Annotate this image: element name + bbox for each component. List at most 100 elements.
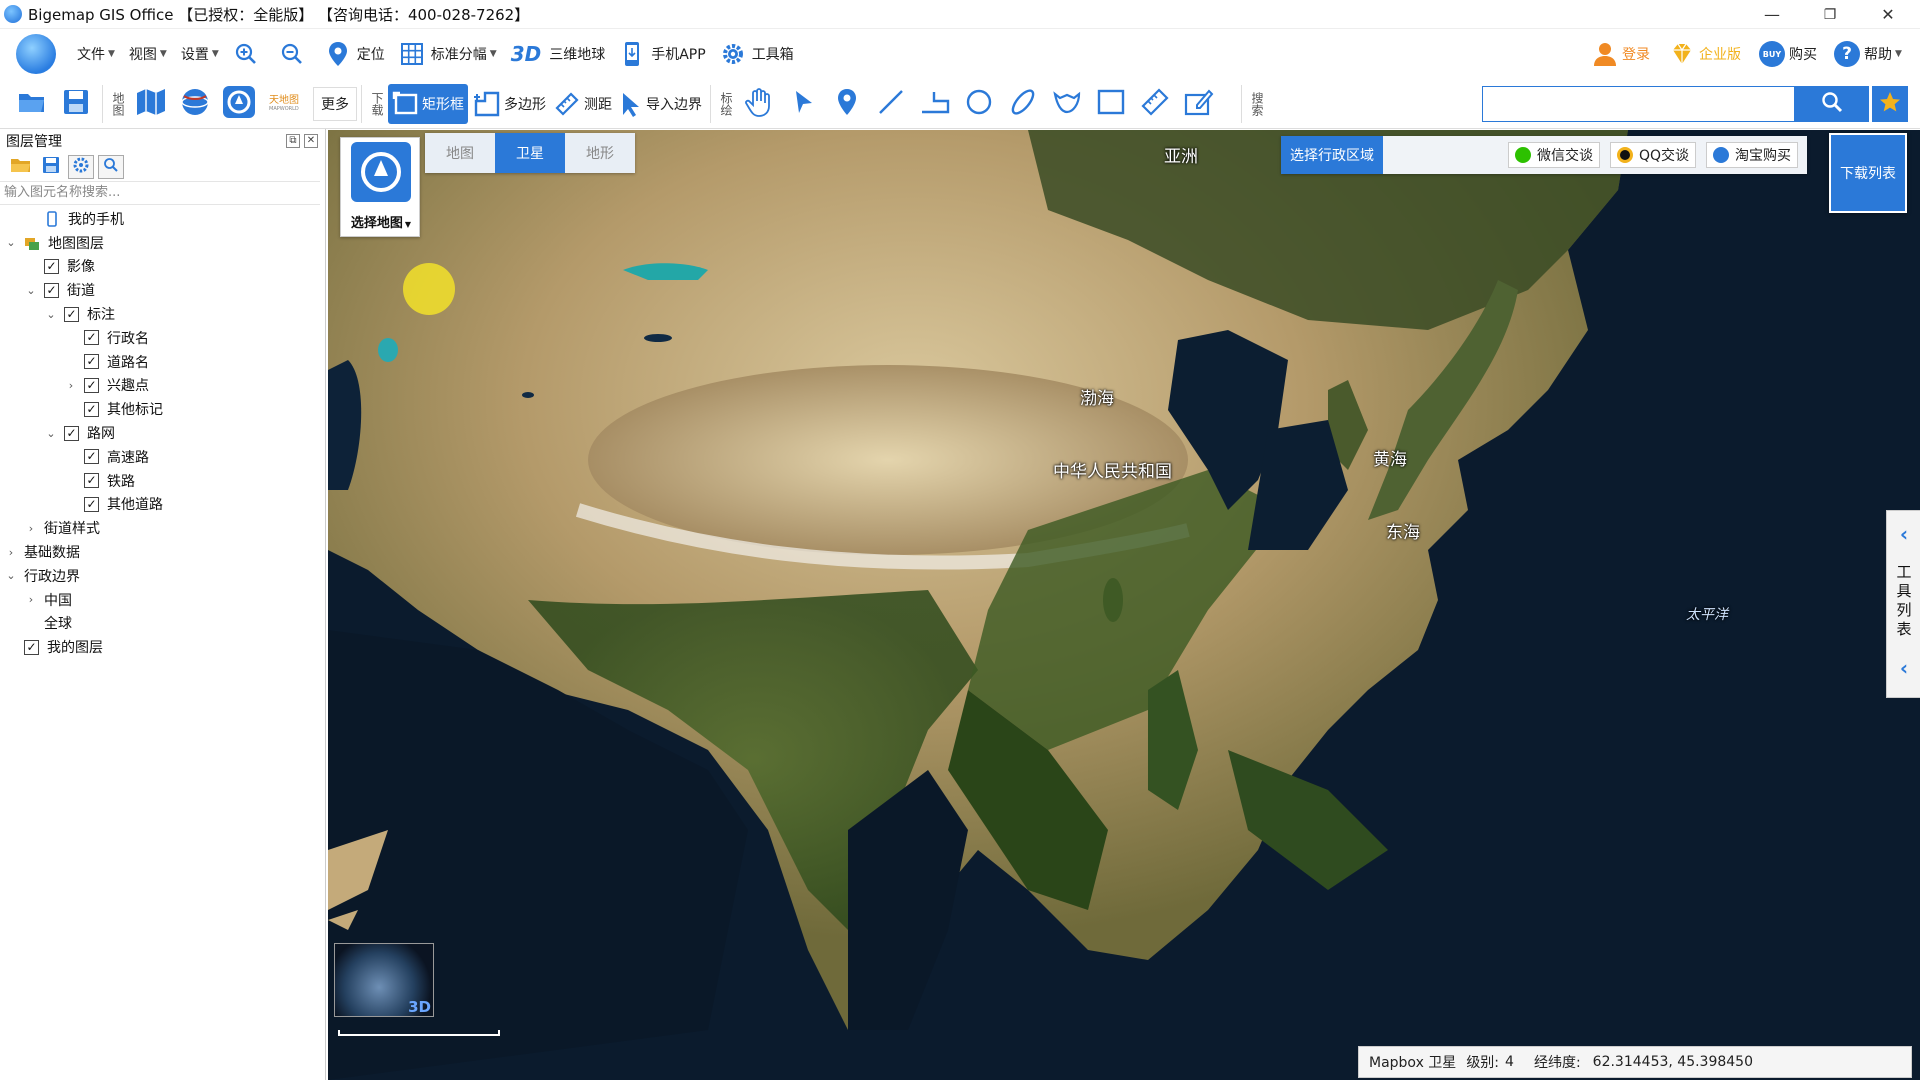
help-button[interactable]: ? 帮助 ▼ xyxy=(1834,29,1902,79)
select-arrow-button[interactable] xyxy=(781,84,825,124)
map-tab-1[interactable]: 卫星 xyxy=(495,133,565,173)
draw-circle-button[interactable] xyxy=(957,84,1001,124)
layer-settings-button[interactable] xyxy=(68,155,94,179)
rect-select-button[interactable]: 矩形框 xyxy=(388,83,468,124)
layer-checkbox[interactable]: ✓ xyxy=(64,425,79,441)
chevron-left-icon[interactable]: ‹ xyxy=(1895,658,1913,678)
draw-polyline-button[interactable] xyxy=(913,84,957,124)
open-folder-button[interactable] xyxy=(10,84,54,124)
wechat-chat-button[interactable]: 微信交谈 xyxy=(1508,142,1600,168)
expand-arrow-icon[interactable]: ⌄ xyxy=(44,427,58,440)
globe-map-button[interactable] xyxy=(173,84,217,124)
tree-item[interactable]: ⌄ 地图图层 xyxy=(0,231,325,255)
measure-tool-button[interactable] xyxy=(1133,84,1177,124)
menu-view[interactable]: 视图 ▼ xyxy=(122,34,174,74)
taobao-buy-button[interactable]: 淘宝购买 xyxy=(1706,142,1798,168)
chevron-left-icon[interactable]: ‹ xyxy=(1895,524,1913,544)
expand-arrow-icon[interactable]: ⌄ xyxy=(44,308,58,321)
bigemap-source-button[interactable] xyxy=(217,84,261,124)
tree-item[interactable]: ✓ 道路名 xyxy=(0,350,325,374)
tree-item[interactable]: 我的手机 xyxy=(0,207,325,231)
layer-checkbox[interactable]: ✓ xyxy=(84,449,99,465)
map-tab-0[interactable]: 地图 xyxy=(425,133,495,173)
buy-button[interactable]: BUY 购买 xyxy=(1759,29,1817,79)
std-sheet-button[interactable]: 标准分幅 ▼ xyxy=(392,34,504,74)
menu-settings[interactable]: 设置 ▼ xyxy=(174,34,226,74)
tree-item[interactable]: ✓ 其他道路 xyxy=(0,493,325,517)
open-layer-button[interactable] xyxy=(8,155,34,179)
pan-hand-button[interactable] xyxy=(737,84,781,124)
tools-list-panel[interactable]: ‹ 工具列表 ‹ xyxy=(1886,510,1920,698)
tree-item[interactable]: ✓ 我的图层 xyxy=(0,635,325,659)
expand-arrow-icon[interactable]: ⌄ xyxy=(4,236,18,249)
qq-chat-button[interactable]: QQ交谈 xyxy=(1610,142,1697,168)
tree-item[interactable]: › 街道样式 xyxy=(0,516,325,540)
tree-item[interactable]: ⌄ ✓ 标注 xyxy=(0,302,325,326)
minimize-button[interactable]: — xyxy=(1743,0,1801,29)
search-button[interactable] xyxy=(1795,86,1869,122)
toolbox-button[interactable]: 工具箱 xyxy=(713,34,801,74)
menu-file[interactable]: 文件 ▼ xyxy=(70,34,122,74)
layer-checkbox[interactable]: ✓ xyxy=(44,282,59,298)
tree-item[interactable]: ⌄ ✓ 街道 xyxy=(0,278,325,302)
select-region-button[interactable]: 选择行政区域 xyxy=(1281,136,1383,174)
tree-item[interactable]: › ✓ 兴趣点 xyxy=(0,374,325,398)
layer-checkbox[interactable]: ✓ xyxy=(84,377,99,393)
draw-ellipse-button[interactable] xyxy=(1001,84,1045,124)
close-panel-icon[interactable]: ✕ xyxy=(304,134,318,148)
layer-checkbox[interactable]: ✓ xyxy=(24,639,39,655)
tree-item[interactable]: › 中国 xyxy=(0,588,325,612)
edit-shape-button[interactable] xyxy=(1177,84,1221,124)
zoom-in-button[interactable] xyxy=(226,34,272,74)
mobile-app-button[interactable]: 手机APP xyxy=(612,34,712,74)
globe-3d-minimap[interactable]: 3D xyxy=(334,943,434,1017)
collapsed-arrow-icon[interactable]: › xyxy=(64,379,78,392)
layer-checkbox[interactable]: ✓ xyxy=(84,496,99,512)
tree-item[interactable]: ✓ 高速路 xyxy=(0,445,325,469)
tree-item[interactable]: › 基础数据 xyxy=(0,540,325,564)
layer-checkbox[interactable]: ✓ xyxy=(84,330,99,346)
map-layer-button[interactable] xyxy=(129,84,173,124)
expand-arrow-icon[interactable]: ⌄ xyxy=(24,284,38,297)
more-button[interactable]: 更多 xyxy=(313,86,357,121)
draw-line-button[interactable] xyxy=(869,84,913,124)
enterprise-button[interactable]: 企业版 xyxy=(1669,29,1741,79)
add-marker-button[interactable] xyxy=(825,84,869,124)
select-map-button[interactable]: 选择地图 ▼ xyxy=(340,137,420,237)
tree-item[interactable]: ✓ 其他标记 xyxy=(0,397,325,421)
satellite-map[interactable]: 亚洲 渤海 中华人民共和国 黄海 东海 太平洋 xyxy=(328,130,1920,1080)
tree-item[interactable]: ✓ 影像 xyxy=(0,255,325,279)
layer-checkbox[interactable]: ✓ xyxy=(84,401,99,417)
import-boundary-button[interactable]: 导入边界 xyxy=(616,84,706,124)
tianditu-button[interactable]: 天地图 MAPWORLD xyxy=(261,84,305,124)
globe-3d-button[interactable]: 3D 三维地球 xyxy=(504,34,613,74)
layer-checkbox[interactable]: ✓ xyxy=(84,473,99,489)
login-button[interactable]: 登录 xyxy=(1592,29,1650,79)
save-button[interactable] xyxy=(54,84,98,124)
collapsed-arrow-icon[interactable]: › xyxy=(24,522,38,535)
layer-checkbox[interactable]: ✓ xyxy=(84,354,99,370)
expand-arrow-icon[interactable]: ⌄ xyxy=(4,569,18,582)
tree-item[interactable]: ✓ 行政名 xyxy=(0,326,325,350)
collapsed-arrow-icon[interactable]: › xyxy=(24,593,38,606)
polygon-select-button[interactable]: 多边形 xyxy=(468,84,550,124)
measure-button[interactable]: 测距 xyxy=(550,84,616,124)
layer-search-input[interactable]: 输入图元名称搜索... xyxy=(0,181,320,205)
collapsed-arrow-icon[interactable]: › xyxy=(4,546,18,559)
layer-checkbox[interactable]: ✓ xyxy=(44,258,59,274)
favorite-button[interactable] xyxy=(1872,86,1908,122)
search-input[interactable] xyxy=(1482,86,1795,122)
draw-rectangle-button[interactable] xyxy=(1089,84,1133,124)
map-tab-2[interactable]: 地形 xyxy=(565,133,635,173)
zoom-out-button[interactable] xyxy=(272,34,318,74)
restore-button[interactable]: ❐ xyxy=(1801,0,1859,29)
tree-item[interactable]: ✓ 铁路 xyxy=(0,469,325,493)
float-panel-icon[interactable]: ⧉ xyxy=(286,134,300,148)
layer-search-button[interactable] xyxy=(98,155,124,179)
download-list-button[interactable]: 下载列表 xyxy=(1829,133,1907,213)
draw-curve-button[interactable] xyxy=(1045,84,1089,124)
tree-item[interactable]: 全球 xyxy=(0,612,325,636)
tree-item[interactable]: ⌄ ✓ 路网 xyxy=(0,421,325,445)
tree-item[interactable]: ⌄ 行政边界 xyxy=(0,564,325,588)
locate-button[interactable]: 定位 xyxy=(318,34,392,74)
